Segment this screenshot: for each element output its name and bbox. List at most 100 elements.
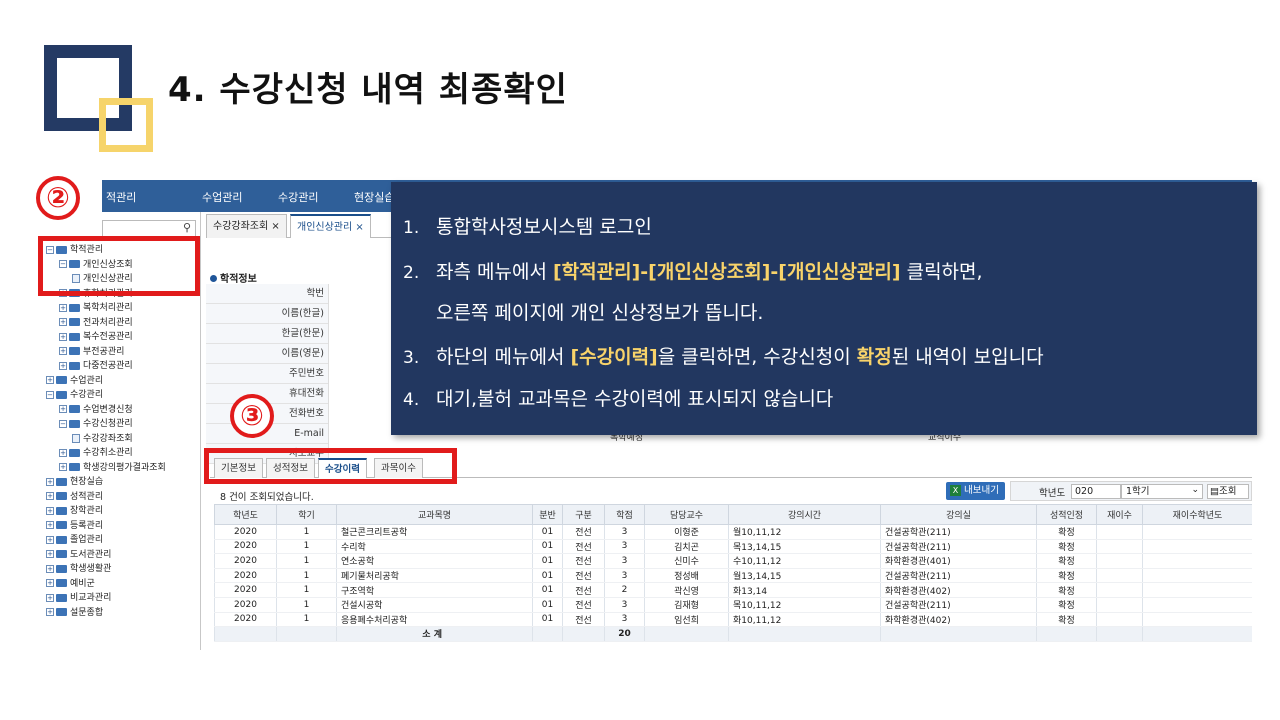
- expand-icon[interactable]: +: [59, 332, 67, 341]
- table-row[interactable]: 2020 1 건설시공학 01 전선 3 김재형 목10,11,12 건설공학관(211) 확정: [214, 597, 1252, 613]
- column-header[interactable]: 재이수학년도: [1142, 504, 1252, 525]
- expand-icon[interactable]: +: [46, 477, 54, 486]
- table-cell: [1142, 597, 1252, 613]
- sidebar-item[interactable]: + 복수전공관리: [46, 330, 201, 345]
- sidebar-item[interactable]: + 학생강의평가결과조회: [46, 461, 201, 476]
- expand-icon[interactable]: +: [59, 347, 67, 355]
- column-header[interactable]: 분반: [532, 504, 563, 525]
- table-row[interactable]: 2020 1 응용폐수처리공학 01 전선 3 임선희 화10,11,12 화학환경관(402)…: [214, 612, 1252, 628]
- nav-item-field[interactable]: 현장실습: [354, 189, 394, 205]
- sidebar-item[interactable]: + 수업변경신청: [46, 403, 201, 418]
- sidebar-item[interactable]: 수강강좌조회: [46, 432, 201, 447]
- expand-icon[interactable]: +: [46, 579, 54, 587]
- table-cell: 신미수: [644, 553, 729, 569]
- sidebar-item[interactable]: + 수강취소관리: [46, 446, 201, 461]
- table-row[interactable]: 2020 1 연소공학 01 전선 3 신미수 수10,11,12 화학환경관(401) 확정: [214, 553, 1252, 569]
- table-cell: 1: [276, 582, 337, 598]
- table-cell: 01: [532, 597, 563, 613]
- expand-icon[interactable]: +: [59, 361, 67, 370]
- tab-personal-info[interactable]: 개인신상관리 ×: [290, 214, 371, 238]
- sidebar-item[interactable]: + 현장실습: [46, 475, 201, 490]
- table-cell: 1: [276, 553, 337, 569]
- table-row[interactable]: 2020 1 철근콘크리트공학 01 전선 3 이형준 월10,11,12 건설공학관(211)…: [214, 524, 1252, 540]
- expand-icon[interactable]: +: [46, 550, 54, 558]
- highlight-academic: [학적관리]: [552, 261, 641, 283]
- expand-icon[interactable]: +: [59, 303, 67, 312]
- collapse-icon[interactable]: −: [46, 390, 54, 399]
- sidebar-item[interactable]: + 장학관리: [46, 504, 201, 519]
- expand-icon[interactable]: +: [59, 463, 67, 471]
- column-header[interactable]: 담당교수: [644, 504, 729, 525]
- sidebar-item[interactable]: + 설문종합: [46, 606, 201, 621]
- expand-icon[interactable]: +: [46, 593, 54, 602]
- sidebar-item[interactable]: + 등록관리: [46, 519, 201, 534]
- table-header-row: 학년도 학기 교과목명 분반 구분 학점 담당교수 강의시간 강의실 성적인정 재이수 재이수학년도: [214, 504, 1252, 525]
- sidebar-item[interactable]: + 다중전공관리: [46, 359, 201, 374]
- sidebar-item[interactable]: + 성적관리: [46, 490, 201, 505]
- column-header[interactable]: 강의시간: [728, 504, 881, 525]
- table-cell: 응용폐수처리공학: [336, 612, 533, 628]
- table-cell: [276, 626, 337, 642]
- export-button[interactable]: X 내보내기: [946, 482, 1005, 500]
- column-header[interactable]: 강의실: [880, 504, 1037, 525]
- nav-item-course[interactable]: 수강관리: [278, 189, 318, 205]
- sidebar-item[interactable]: − 수강신청관리: [46, 417, 201, 432]
- sidebar-item[interactable]: + 전과처리관리: [46, 316, 201, 331]
- expand-icon[interactable]: +: [46, 535, 54, 544]
- expand-icon[interactable]: +: [59, 448, 67, 457]
- expand-icon[interactable]: +: [46, 564, 54, 573]
- nav-item-class[interactable]: 수업관리: [202, 189, 242, 205]
- sidebar-item[interactable]: + 수업관리: [46, 374, 201, 389]
- sidebar-item[interactable]: + 복학처리관리: [46, 301, 201, 316]
- sidebar-item-label: 다중전공관리: [83, 361, 133, 371]
- table-cell: 20: [604, 626, 645, 642]
- column-header[interactable]: 구분: [562, 504, 605, 525]
- expand-icon[interactable]: +: [46, 608, 54, 616]
- highlight-personal-manage: [개인신상관리]: [778, 261, 901, 283]
- table-row[interactable]: 2020 1 구조역학 01 전선 2 곽신영 화13,14 화학환경관(402) 확정: [214, 582, 1252, 598]
- sidebar-item[interactable]: + 부전공관리: [46, 345, 201, 360]
- table-row[interactable]: 2020 1 폐기물처리공학 01 전선 3 정성배 월13,14,15 건설공학관(211) 확…: [214, 568, 1252, 584]
- table-cell: 수리학: [336, 539, 533, 555]
- sidebar-item[interactable]: + 비교과관리: [46, 591, 201, 606]
- table-cell: 확정: [1036, 597, 1097, 613]
- expand-icon[interactable]: +: [46, 506, 54, 515]
- column-header[interactable]: 학기: [276, 504, 337, 525]
- table-cell: 월10,11,12: [728, 524, 881, 540]
- column-header[interactable]: 성적인정: [1036, 504, 1097, 525]
- collapse-icon[interactable]: −: [59, 419, 67, 428]
- sidebar-item[interactable]: + 예비군: [46, 577, 201, 592]
- sidebar-item[interactable]: + 졸업관리: [46, 533, 201, 548]
- semester-select[interactable]: 1학기 ⌄: [1121, 484, 1203, 499]
- info-labels: 학번 이름(한글) 한글(한문) 이름(영문) 주민번호 휴대전화 전화번호 E-mail 지도…: [206, 284, 328, 464]
- table-cell: 3: [604, 524, 645, 540]
- sidebar-item[interactable]: + 도서관관리: [46, 548, 201, 563]
- table-cell: 2020: [214, 612, 277, 628]
- result-count: 8 건이 조회되었습니다.: [220, 492, 314, 503]
- sidebar-item-label: 전과처리관리: [83, 317, 133, 328]
- column-header[interactable]: 학점: [604, 504, 645, 525]
- year-input[interactable]: 020: [1071, 484, 1121, 499]
- expand-icon[interactable]: +: [59, 318, 67, 326]
- sidebar-item[interactable]: + 학생생활관: [46, 562, 201, 577]
- search-icon[interactable]: ⚲: [183, 221, 191, 234]
- table-cell: 3: [604, 553, 645, 569]
- folder-icon: [56, 550, 67, 558]
- sidebar-item[interactable]: − 수강관리: [46, 388, 201, 403]
- expand-icon[interactable]: +: [46, 492, 54, 500]
- column-header[interactable]: 재이수: [1096, 504, 1143, 525]
- table-cell: 철근콘크리트공학: [336, 524, 533, 540]
- table-cell: 2020: [214, 539, 277, 555]
- expand-icon[interactable]: +: [59, 405, 67, 413]
- column-header[interactable]: 교과목명: [336, 504, 533, 525]
- table-row[interactable]: 2020 1 수리학 01 전선 3 김치곤 목13,14,15 건설공학관(211) 확정: [214, 539, 1252, 555]
- table-cell: 화13,14: [728, 582, 881, 598]
- column-header[interactable]: 학년도: [214, 504, 277, 525]
- tab-course-lookup[interactable]: 수강강좌조회 ×: [206, 214, 287, 238]
- nav-item-academic[interactable]: 적관리: [106, 189, 136, 205]
- instruction-panel: 1. 통합학사정보시스템 로그인 2. 좌측 메뉴에서 [학적관리]-[개인신상조회…: [391, 182, 1257, 435]
- table-cell: 01: [532, 539, 563, 555]
- expand-icon[interactable]: +: [46, 376, 54, 384]
- expand-icon[interactable]: +: [46, 521, 54, 529]
- query-button[interactable]: ▤조회: [1207, 484, 1249, 499]
